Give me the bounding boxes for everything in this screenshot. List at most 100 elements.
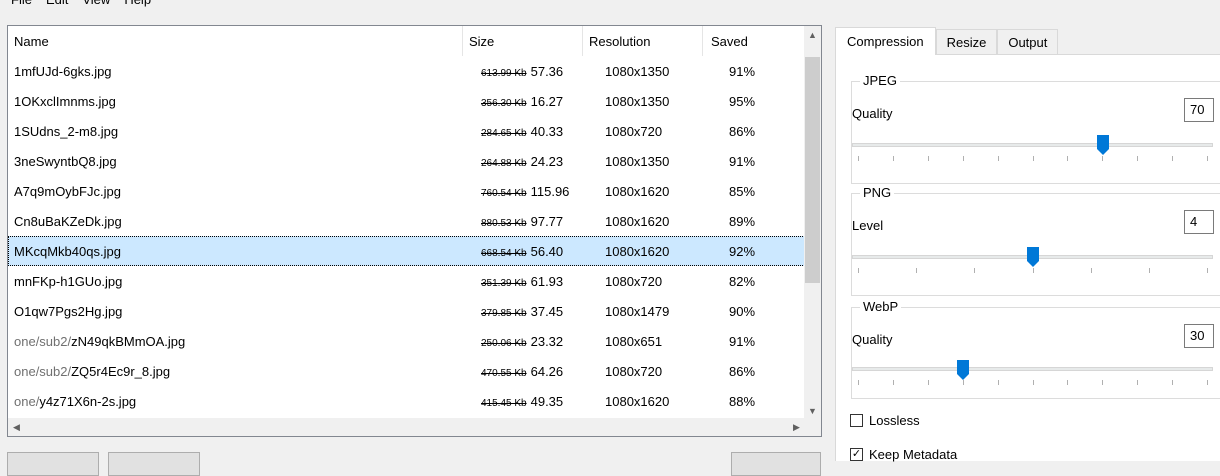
file-name: mnFKp-h1GUo.jpg [14, 273, 123, 289]
webp-quality-thumb[interactable] [957, 360, 969, 380]
table-row[interactable]: 1SUdns_2-m8.jpg 284.65 Kb 40.33 1080x720 86% [8, 116, 805, 146]
saved-cell: 91% [729, 153, 756, 169]
table-row[interactable]: MKcqMkb40qs.jpg 668.54 Kb 56.40 1080x1620 92… [8, 236, 805, 266]
table-row[interactable]: Cn8uBaKZeDk.jpg 880.53 Kb 97.77 1080x1620 89… [8, 206, 805, 236]
horizontal-scrollbar[interactable]: ◀ ▶ [8, 418, 805, 436]
lossless-box[interactable] [850, 414, 863, 427]
slider-tick [1172, 380, 1174, 385]
table-row[interactable]: 3neSwyntbQ8.jpg 264.88 Kb 24.23 1080x1350 91… [8, 146, 805, 176]
column-header-saved[interactable]: Saved [703, 26, 805, 56]
settings-tabs: Compression Resize Output [835, 27, 1059, 55]
table-row[interactable]: 1mfUJd-6gks.jpg 613.99 Kb 57.36 1080x1350 91… [8, 56, 805, 86]
scrollbar-corner [804, 418, 821, 436]
vertical-scrollbar[interactable]: ▲ ▼ [804, 26, 821, 419]
file-name-cell: mnFKp-h1GUo.jpg [8, 266, 463, 296]
file-name: O1qw7Pgs2Hg.jpg [14, 303, 123, 319]
jpeg-quality-label: Quality [852, 106, 893, 121]
new-size: 61.93 [530, 273, 564, 289]
column-header-name[interactable]: Name [8, 26, 463, 56]
saved-cell: 91% [729, 63, 756, 79]
table-row[interactable]: one/sub2/zN49qkBMmOA.jpg 250.06 Kb 23.32 10… [8, 326, 805, 356]
keep-metadata-box[interactable]: ✓ [850, 448, 863, 461]
tab-resize[interactable]: Resize [935, 29, 998, 54]
tab-output[interactable]: Output [997, 29, 1059, 54]
saved-cell: 86% [729, 123, 756, 139]
saved-cell: 95% [729, 93, 756, 109]
file-list[interactable]: Name Size Resolution Saved 1mfUJd-6gks.j… [7, 25, 822, 437]
webp-quality-ticks [852, 380, 1213, 385]
file-name: Cn8uBaKZeDk.jpg [14, 213, 122, 229]
slider-tick [1032, 380, 1034, 385]
file-size-cell: 351.39 Kb 61.93 [463, 266, 583, 296]
webp-quality-input[interactable]: 30 [1184, 324, 1214, 348]
saved-cell: 90% [729, 303, 756, 319]
resolution-cell: 1080x1350 [605, 153, 670, 169]
menu-view[interactable]: View [77, 0, 119, 9]
scroll-right-icon[interactable]: ▶ [788, 418, 805, 436]
new-size: 49.35 [530, 393, 564, 409]
jpeg-quality-ticks [852, 156, 1213, 161]
resolution-cell: 1080x1620 [605, 243, 670, 259]
file-name: 1mfUJd-6gks.jpg [14, 63, 112, 79]
resolution-cell: 1080x1620 [605, 183, 670, 199]
resolution-cell: 1080x720 [605, 123, 663, 139]
jpeg-quality-track[interactable] [852, 143, 1213, 147]
menu-help[interactable]: Help [119, 0, 160, 9]
slider-tick [1032, 156, 1034, 161]
column-header-resolution[interactable]: Resolution [583, 26, 703, 56]
original-size: 613.99 Kb [481, 67, 527, 79]
png-legend: PNG [860, 185, 895, 201]
jpeg-quality-thumb[interactable] [1097, 135, 1109, 155]
file-path-prefix: one/ [14, 393, 40, 409]
compression-panel: JPEG Quality 70 PNG Level 4 WebP Quality… [835, 54, 1220, 462]
file-name-cell: O1qw7Pgs2Hg.jpg [8, 296, 463, 326]
webp-quality-track[interactable] [852, 367, 1213, 371]
scroll-down-icon[interactable]: ▼ [804, 402, 821, 419]
jpeg-legend: JPEG [860, 73, 900, 89]
slider-tick [1207, 380, 1208, 385]
list-rows: 1mfUJd-6gks.jpg 613.99 Kb 57.36 1080x1350 91… [8, 56, 805, 416]
table-row[interactable]: 1OKxclImnms.jpg 356.30 Kb 16.27 1080x1350 95… [8, 86, 805, 116]
menu-file[interactable]: File [6, 0, 41, 9]
saved-cell: 86% [729, 363, 756, 379]
original-size: 351.39 Kb [481, 277, 527, 289]
resolution-cell: 1080x720 [605, 273, 663, 289]
add-button[interactable] [7, 452, 99, 476]
table-row[interactable]: one/sub2/ZQ5r4Ec9r_8.jpg 470.55 Kb 64.26 10… [8, 356, 805, 386]
vertical-scroll-thumb[interactable] [805, 57, 820, 283]
new-size: 16.27 [530, 93, 564, 109]
slider-tick [962, 380, 964, 385]
remove-button[interactable] [108, 452, 200, 476]
scroll-up-icon[interactable]: ▲ [804, 26, 821, 43]
file-name: 3neSwyntbQ8.jpg [14, 153, 117, 169]
table-row[interactable]: one/y4z71X6n-2s.jpg 415.45 Kb 49.35 1080x16… [8, 386, 805, 416]
slider-tick [916, 268, 918, 273]
compress-button[interactable] [731, 452, 821, 476]
original-size: 760.54 Kb [481, 187, 527, 199]
slider-tick [1102, 380, 1104, 385]
column-header-size[interactable]: Size [463, 26, 583, 56]
png-level-ticks [852, 268, 1213, 273]
original-size: 379.85 Kb [481, 307, 527, 319]
file-name: 1SUdns_2-m8.jpg [14, 123, 119, 139]
jpeg-quality-input[interactable]: 70 [1184, 98, 1214, 122]
webp-group: WebP Quality 30 [851, 299, 1220, 399]
png-level-label: Level [852, 218, 884, 233]
scroll-left-icon[interactable]: ◀ [8, 418, 25, 436]
file-name: ZQ5r4Ec9r_8.jpg [71, 363, 171, 379]
slider-tick [1102, 156, 1104, 161]
file-name-cell: 3neSwyntbQ8.jpg [8, 146, 463, 176]
tab-compression[interactable]: Compression [835, 27, 936, 55]
lossless-checkbox[interactable]: Lossless [850, 413, 920, 428]
slider-tick [858, 268, 859, 273]
slider-tick [892, 156, 894, 161]
png-level-thumb[interactable] [1027, 247, 1039, 267]
table-row[interactable]: A7q9mOybFJc.jpg 760.54 Kb 115.96 1080x1620 8… [8, 176, 805, 206]
slider-tick [1067, 380, 1069, 385]
png-level-input[interactable]: 4 [1184, 210, 1214, 234]
menu-edit[interactable]: Edit [41, 0, 77, 9]
keep-metadata-checkbox[interactable]: ✓ Keep Metadata [850, 447, 957, 462]
table-row[interactable]: O1qw7Pgs2Hg.jpg 379.85 Kb 37.45 1080x1479 90… [8, 296, 805, 326]
file-name-cell: 1mfUJd-6gks.jpg [8, 56, 463, 86]
table-row[interactable]: mnFKp-h1GUo.jpg 351.39 Kb 61.93 1080x720 82% [8, 266, 805, 296]
